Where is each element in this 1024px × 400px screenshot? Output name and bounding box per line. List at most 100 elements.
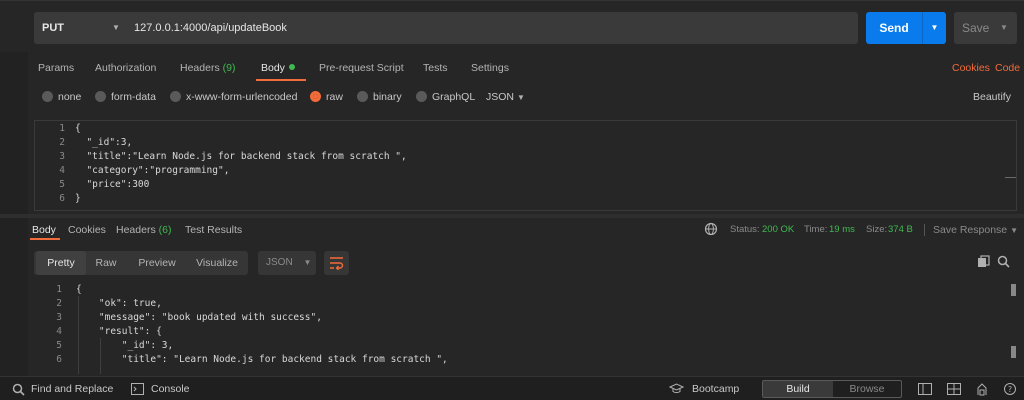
code-line: "title": "Learn Node.js for backend stac…	[76, 354, 448, 365]
tab-prerequest-script[interactable]: Pre-request Script	[319, 58, 404, 78]
line-number: 4	[59, 165, 65, 176]
line-number: 6	[56, 354, 62, 365]
tab-body[interactable]: Body	[261, 58, 295, 78]
cookies-link[interactable]: Cookies	[952, 58, 990, 78]
svg-text:?: ?	[1008, 385, 1012, 394]
active-tab-underline	[256, 79, 306, 81]
layout-icon[interactable]	[947, 383, 961, 395]
code-link[interactable]: Code	[995, 58, 1020, 78]
size-label: Size:	[866, 224, 888, 235]
radio-form-data[interactable]: form-data	[95, 90, 156, 104]
tab-settings[interactable]: Settings	[471, 58, 509, 78]
view-preview-button[interactable]: Preview	[128, 251, 186, 275]
build-browse-toggle: Build Browse	[762, 380, 902, 398]
browse-button[interactable]: Browse	[833, 381, 901, 397]
save-button-label[interactable]: Save	[962, 12, 989, 44]
line-number: 3	[59, 151, 65, 162]
tab-params[interactable]: Params	[38, 58, 74, 78]
format-select-label: JSON	[486, 91, 515, 103]
wrap-icon	[330, 257, 344, 270]
time-value[interactable]: 19 ms	[829, 222, 855, 238]
radio-circle	[170, 91, 181, 102]
tab-body-label: Body	[261, 62, 285, 74]
save-button[interactable]: Save ▼	[954, 12, 1017, 44]
resp-headers-count: (6)	[158, 224, 172, 236]
code-line: "result": {	[76, 326, 162, 337]
chevron-down-icon: ▼	[303, 258, 312, 267]
editor-scroll-marker	[1005, 177, 1016, 178]
headers-count: (9)	[222, 62, 236, 74]
two-pane-icon[interactable]	[918, 383, 932, 395]
radio-graphql-label: GraphQL	[432, 91, 476, 103]
status-label: Status:	[730, 224, 760, 235]
pane-splitter[interactable]	[0, 214, 1024, 218]
tab-headers[interactable]: Headers (9)	[180, 58, 235, 78]
chevron-down-icon: ▼	[516, 93, 525, 102]
view-raw-button[interactable]: Raw	[86, 251, 126, 275]
code-line: "ok": true,	[76, 298, 162, 309]
resp-tab-body[interactable]: Body	[32, 222, 56, 238]
line-number: 3	[56, 312, 62, 323]
radio-none[interactable]: none	[42, 90, 81, 104]
time-label: Time:	[804, 224, 828, 235]
search-icon[interactable]	[12, 383, 25, 396]
line-number: 2	[59, 137, 65, 148]
resp-tab-test-results[interactable]: Test Results	[185, 222, 242, 238]
save-options-chevron-icon[interactable]: ▼	[1000, 12, 1008, 44]
tab-authorization[interactable]: Authorization	[95, 58, 156, 78]
resp-tab-headers[interactable]: Headers (6)	[116, 222, 171, 238]
format-select[interactable]: JSON ▼	[486, 90, 525, 104]
code-line: "price":300	[75, 179, 150, 190]
url-box: PUT ▼ 127.0.0.1:4000/api/updateBook	[34, 12, 858, 44]
bootcamp-button[interactable]: Bootcamp	[692, 377, 739, 400]
beautify-link[interactable]: Beautify	[973, 90, 1011, 104]
send-button-label[interactable]: Send	[866, 12, 922, 44]
radio-graphql[interactable]: GraphQL	[416, 90, 475, 104]
view-visualize-button[interactable]: Visualize	[188, 251, 246, 275]
radio-circle	[357, 91, 368, 102]
response-format-label: JSON	[266, 257, 293, 268]
globe-icon[interactable]	[704, 222, 718, 238]
response-format-select[interactable]: JSON ▼	[258, 251, 316, 275]
resp-tab-cookies[interactable]: Cookies	[68, 222, 106, 238]
build-button[interactable]: Build	[763, 381, 833, 397]
radio-circle	[95, 91, 106, 102]
help-icon[interactable]: ?	[1003, 383, 1017, 395]
find-replace-button[interactable]: Find and Replace	[31, 377, 113, 400]
line-number: 5	[59, 179, 65, 190]
send-options-chevron-icon[interactable]: ▼	[922, 12, 946, 44]
console-button[interactable]: Console	[151, 377, 190, 400]
radio-circle	[416, 91, 427, 102]
line-number: 1	[59, 123, 65, 134]
resp-tab-headers-label: Headers	[116, 224, 156, 236]
console-icon[interactable]	[131, 383, 144, 395]
radio-urlencoded[interactable]: x-www-form-urlencoded	[170, 90, 297, 104]
line-number: 2	[56, 298, 62, 309]
tab-tests[interactable]: Tests	[423, 58, 448, 78]
radio-raw[interactable]: raw	[310, 90, 343, 104]
wrap-lines-button[interactable]	[324, 251, 349, 275]
keyboard-shortcuts-icon[interactable]	[975, 382, 989, 396]
radio-binary[interactable]: binary	[357, 90, 402, 104]
graduation-cap-icon[interactable]	[669, 383, 684, 395]
copy-icon[interactable]	[977, 255, 990, 268]
radio-form-data-label: form-data	[111, 91, 156, 103]
code-line: {	[76, 284, 82, 295]
line-number: 1	[56, 284, 62, 295]
code-line: }	[75, 193, 81, 204]
request-body-editor[interactable]: 1 2 3 4 5 6 { "_id":3, "title":"Learn No…	[34, 120, 1017, 211]
response-body-viewer[interactable]: 1 2 3 4 5 6 { "ok": true, "message": "bo…	[0, 282, 1024, 374]
method-select[interactable]: PUT	[42, 12, 64, 44]
search-icon[interactable]	[997, 255, 1010, 268]
radio-none-label: none	[58, 91, 82, 103]
tab-headers-label: Headers	[180, 62, 220, 74]
line-number: 6	[59, 193, 65, 204]
url-input[interactable]: 127.0.0.1:4000/api/updateBook	[134, 12, 287, 44]
chevron-down-icon[interactable]: ▼	[112, 12, 120, 44]
view-pretty-button[interactable]: Pretty	[36, 251, 86, 275]
save-response-button[interactable]: Save Response ▼	[933, 222, 1018, 238]
size-value[interactable]: 374 B	[888, 222, 913, 238]
scrollbar-thumb[interactable]	[1011, 284, 1016, 296]
status-value[interactable]: 200 OK	[762, 222, 794, 238]
send-button[interactable]: Send ▼	[866, 12, 946, 44]
